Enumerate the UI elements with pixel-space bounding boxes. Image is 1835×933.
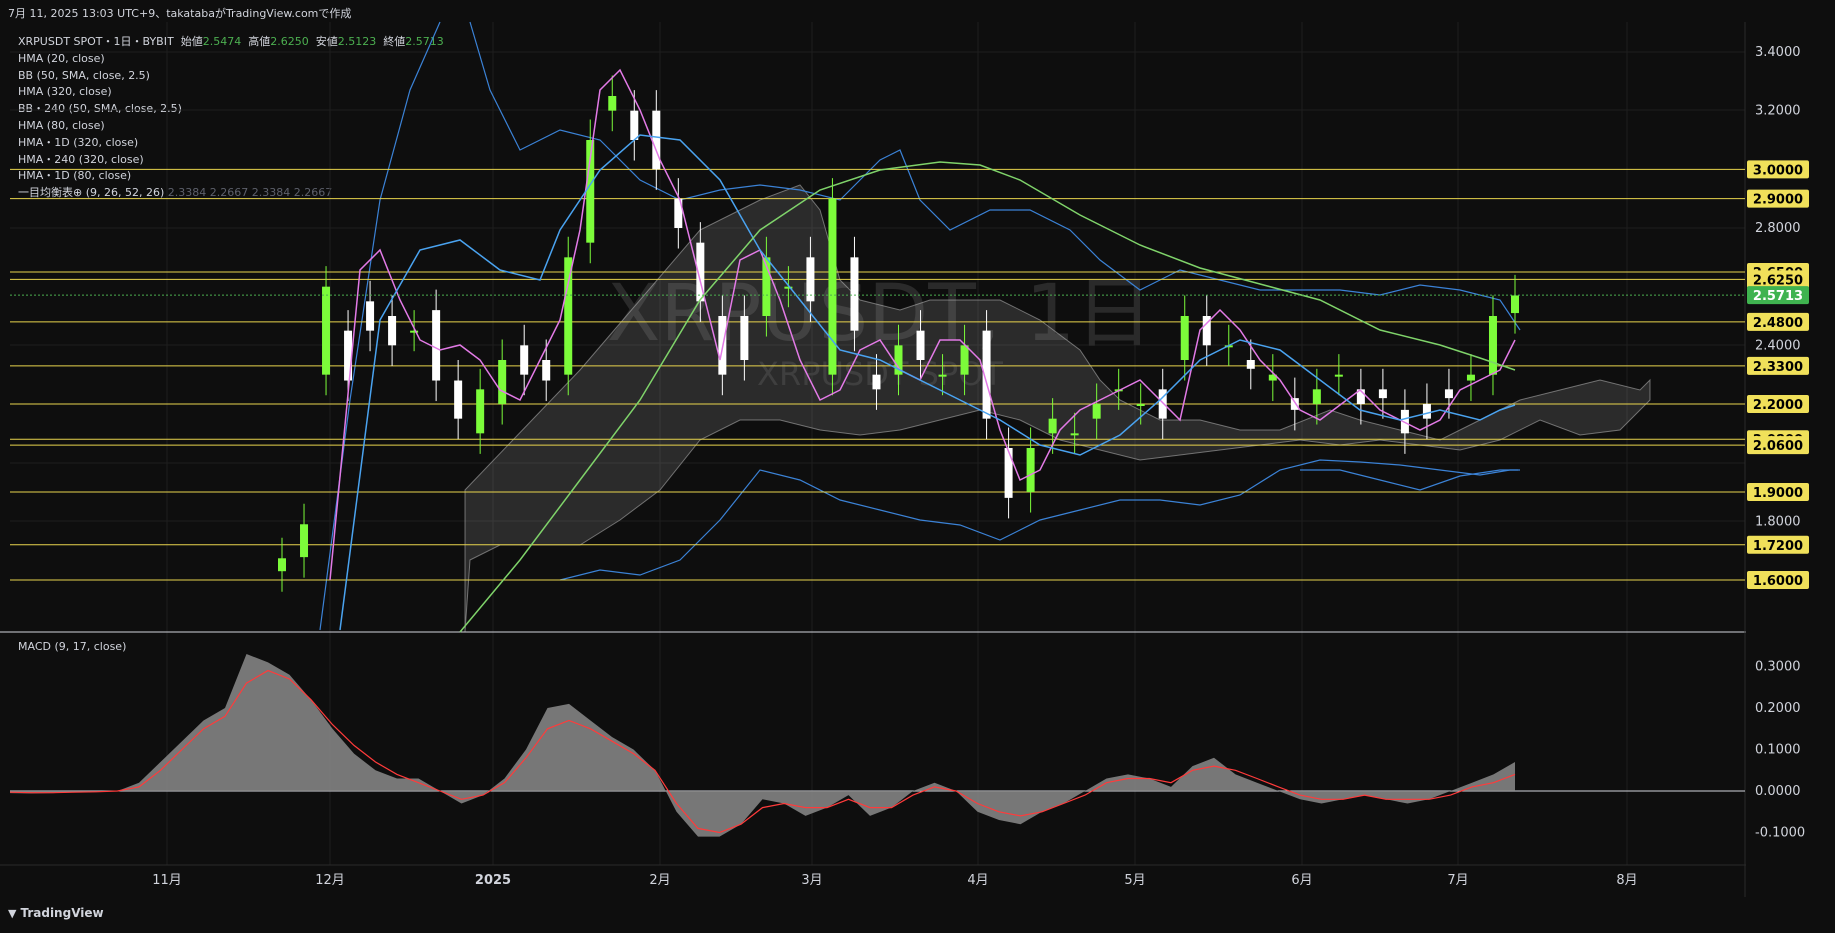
ichimoku-cloud bbox=[464, 184, 1651, 633]
level-price-label: 2.0600 bbox=[1753, 439, 1803, 454]
candle-body bbox=[300, 524, 309, 558]
candle-body bbox=[608, 96, 617, 111]
level-price-label: 2.6250 bbox=[1753, 273, 1803, 288]
candle-body bbox=[1511, 295, 1519, 314]
candle-body bbox=[828, 198, 837, 375]
bollinger-lower bbox=[1300, 469, 1518, 491]
candle-body bbox=[850, 257, 859, 331]
candle-body bbox=[960, 345, 969, 375]
candle-body bbox=[1312, 389, 1321, 404]
tradingview-logo-icon: ▼ bbox=[8, 907, 17, 920]
level-price-label: 1.6000 bbox=[1753, 574, 1803, 589]
price-chart[interactable]: XRPUSDT, 1日 XRPUSDT SPOT 3.40003.20002.8… bbox=[0, 0, 1835, 933]
candle-body bbox=[1092, 404, 1101, 419]
time-axis-label: 2月 bbox=[649, 873, 670, 888]
candle-body bbox=[1378, 389, 1387, 399]
macd-pane: 0.3000 0.2000 0.1000 0.0000 -0.1000 bbox=[9, 654, 1805, 841]
candle-body bbox=[1070, 433, 1079, 436]
time-axis-label: 12月 bbox=[315, 873, 345, 888]
bollinger-upper bbox=[319, 21, 441, 631]
candle-body bbox=[1488, 316, 1497, 375]
candle-body bbox=[498, 360, 507, 404]
macd-tick-label: 0.0000 bbox=[1755, 784, 1801, 799]
time-axis-label: 8月 bbox=[1616, 873, 1637, 888]
macd-label[interactable]: MACD (9, 17, close) bbox=[18, 640, 126, 653]
macd-tick-label: 0.3000 bbox=[1755, 660, 1801, 675]
price-tick-label: 3.4000 bbox=[1755, 45, 1801, 60]
price-tick-label: 3.2000 bbox=[1755, 104, 1801, 119]
time-axis-label: 11月 bbox=[152, 873, 182, 888]
candle-body bbox=[652, 110, 661, 170]
candle-body bbox=[630, 110, 639, 140]
price-tick-label: 2.4000 bbox=[1755, 338, 1801, 353]
time-axis-label: 3月 bbox=[801, 873, 822, 888]
time-axis: 11月 12月 2025 2月 3月 4月 5月 6月 7月 8月 bbox=[152, 873, 1637, 888]
candle-body bbox=[542, 360, 551, 381]
candle-body bbox=[740, 316, 749, 360]
candle-body bbox=[1180, 316, 1189, 360]
time-axis-label: 4月 bbox=[967, 873, 988, 888]
macd-histogram-area bbox=[10, 654, 1515, 837]
level-price-label: 2.4800 bbox=[1753, 316, 1803, 331]
time-axis-label: 6月 bbox=[1291, 873, 1312, 888]
candle-body bbox=[366, 301, 375, 331]
level-price-label: 2.3300 bbox=[1753, 360, 1803, 375]
candle-body bbox=[938, 374, 947, 377]
candle-body bbox=[1246, 360, 1255, 369]
price-tick-label: 2.8000 bbox=[1755, 221, 1801, 236]
candle-body bbox=[432, 310, 441, 381]
candle-body bbox=[520, 345, 529, 375]
candle-body bbox=[454, 380, 463, 419]
price-tick-label: 1.8000 bbox=[1755, 514, 1801, 529]
time-axis-label: 2025 bbox=[475, 873, 511, 888]
candle-body bbox=[344, 330, 353, 381]
candle-body bbox=[1026, 448, 1035, 492]
current-price-label: 2.5713 bbox=[1753, 289, 1803, 304]
candle-body bbox=[1048, 418, 1057, 434]
level-price-label: 1.9000 bbox=[1753, 486, 1803, 501]
level-price-label: 2.9000 bbox=[1753, 193, 1803, 208]
time-axis-label: 5月 bbox=[1124, 873, 1145, 888]
candle-body bbox=[1422, 404, 1431, 419]
candle-body bbox=[1290, 398, 1299, 410]
candle-body bbox=[1466, 374, 1475, 381]
brand-name: TradingView bbox=[20, 906, 104, 920]
tradingview-brand[interactable]: ▼ TradingView bbox=[8, 906, 104, 920]
level-price-label: 1.7200 bbox=[1753, 539, 1803, 554]
candle-body bbox=[1004, 448, 1013, 498]
macd-tick-label: 0.1000 bbox=[1755, 743, 1801, 758]
macd-tick-label: 0.2000 bbox=[1755, 701, 1801, 716]
time-axis-label: 7月 bbox=[1447, 873, 1468, 888]
macd-tick-label: -0.1000 bbox=[1755, 826, 1805, 841]
bollinger-lower bbox=[559, 459, 1520, 581]
candle-body bbox=[1444, 389, 1453, 399]
level-price-label: 2.2000 bbox=[1753, 398, 1803, 413]
candle-body bbox=[564, 257, 573, 375]
candle-body bbox=[1136, 404, 1145, 406]
candle-body bbox=[872, 374, 881, 390]
candle-body bbox=[476, 389, 485, 434]
candle-body bbox=[916, 330, 925, 360]
candle-body bbox=[278, 558, 286, 572]
price-axis-bg bbox=[1746, 22, 1835, 888]
level-price-label: 3.0000 bbox=[1753, 163, 1803, 178]
candle-body bbox=[388, 316, 397, 346]
ichimoku-cloud-area bbox=[464, 184, 1651, 633]
candle-body bbox=[1334, 374, 1343, 377]
candle-body bbox=[322, 286, 331, 375]
